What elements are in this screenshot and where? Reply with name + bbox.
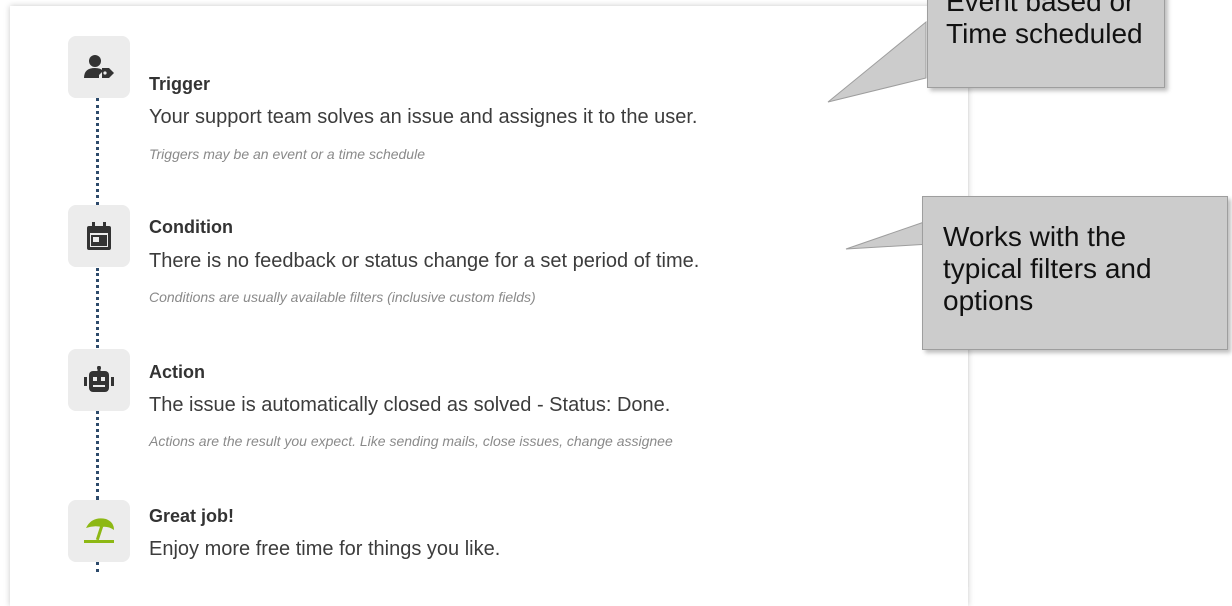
callout-pointer xyxy=(845,219,931,250)
callout-line: Time scheduled xyxy=(946,18,1143,49)
step-hint: Actions are the result you expect. Like … xyxy=(149,433,673,449)
great-job-icon-box xyxy=(68,500,130,562)
step-hint: Conditions are usually available filters… xyxy=(149,289,536,305)
trigger-callout: Event based or Time scheduled xyxy=(927,0,1165,88)
callout-line: Works with the xyxy=(943,221,1127,252)
callout-pointer xyxy=(827,20,927,103)
beach-umbrella-icon xyxy=(84,518,114,543)
step-title: Action xyxy=(149,362,205,382)
calendar-icon xyxy=(87,222,111,250)
action-icon-box xyxy=(68,349,130,411)
step-title: Trigger xyxy=(149,74,211,94)
step-title: Great job! xyxy=(149,506,235,526)
step-description: There is no feedback or status change fo… xyxy=(149,250,700,272)
timeline-connector xyxy=(96,562,99,572)
user-tag-icon xyxy=(84,55,114,78)
condition-icon-box xyxy=(68,205,130,267)
timeline-connector xyxy=(96,410,99,500)
trigger-icon-box xyxy=(68,36,130,98)
robot-icon xyxy=(84,366,114,392)
timeline-connector xyxy=(96,98,99,205)
step-title: Condition xyxy=(149,217,233,237)
step-hint: Triggers may be an event or a time sched… xyxy=(149,146,425,162)
callout-line: typical filters and xyxy=(943,253,1152,284)
callout-line: Event based or xyxy=(946,0,1135,17)
timeline-connector xyxy=(96,268,99,348)
condition-callout: Works with the typical filters and optio… xyxy=(922,196,1228,350)
step-description: Your support team solves an issue and as… xyxy=(149,106,698,128)
step-description: The issue is automatically closed as sol… xyxy=(149,394,671,416)
step-description: Enjoy more free time for things you like… xyxy=(149,538,501,560)
callout-line: options xyxy=(943,285,1034,316)
